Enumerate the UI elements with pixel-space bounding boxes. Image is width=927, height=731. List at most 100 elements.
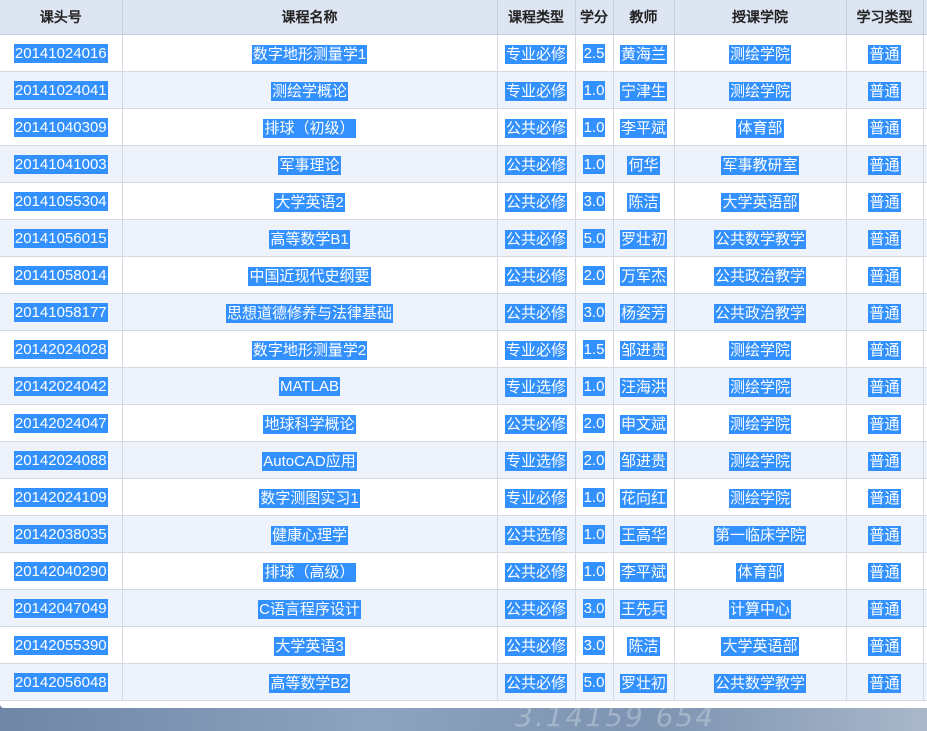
course-name-text: MATLAB: [279, 376, 340, 396]
course-type-cell: 公共必修: [497, 145, 576, 183]
teacher-cell: 花向红: [613, 478, 675, 516]
course-code-text: 20141055304: [13, 191, 108, 211]
table-row[interactable]: 20141058014 中国近现代史纲要 公共必修 2.0 万军杰 公共政治教学 普通: [0, 256, 927, 294]
table-row[interactable]: 20141024041 测绘学概论 专业必修 1.0 宁津生 测绘学院 普通: [0, 71, 927, 109]
teacher-text: 王先兵: [619, 599, 667, 619]
study-type-text: 普通: [868, 599, 901, 619]
course-name-text: 中国近现代史纲要: [248, 266, 371, 286]
credits-text: 2.5: [582, 43, 606, 63]
table-row[interactable]: 20141040309 排球（初级） 公共必修 1.0 李平斌 体育部 普通: [0, 108, 927, 146]
study-type-cell: 普通: [846, 589, 924, 627]
study-type-text: 普通: [868, 377, 901, 397]
course-code-text: 20142024047: [13, 413, 108, 433]
column-header-course-type[interactable]: 课程类型: [497, 0, 576, 35]
teacher-text: 陈洁: [627, 192, 660, 212]
study-type-cell: 普通: [846, 145, 924, 183]
table-row[interactable]: 20142040290 排球（高级） 公共必修 1.0 李平斌 体育部 普通: [0, 552, 927, 590]
study-type-text: 普通: [868, 303, 901, 323]
column-header-credits[interactable]: 学分: [575, 0, 614, 35]
table-row[interactable]: 20142024109 数字测图实习1 专业必修 1.0 花向红 测绘学院 普通: [0, 478, 927, 516]
course-name-text: 思想道德修养与法律基础: [225, 303, 393, 323]
course-type-text: 专业必修: [504, 488, 567, 508]
college-cell: 测绘学院: [674, 330, 847, 368]
table-row[interactable]: 20142047049 C语言程序设计 公共必修 3.0 王先兵 计算中心 普通: [0, 589, 927, 627]
course-name-text: C语言程序设计: [258, 599, 361, 619]
teacher-cell: 陈洁: [613, 626, 675, 664]
study-type-cell: 普通: [846, 367, 924, 405]
table-row[interactable]: 20141041003 军事理论 公共必修 1.0 何华 军事教研室 普通: [0, 145, 927, 183]
row-filler-cell: [923, 71, 927, 109]
table-row[interactable]: 20141055304 大学英语2 公共必修 3.0 陈洁 大学英语部 普通: [0, 182, 927, 220]
credits-text: 3.0: [582, 635, 606, 655]
row-filler-cell: [923, 552, 927, 590]
column-header-college[interactable]: 授课学院: [674, 0, 847, 35]
teacher-cell: 邹进贵: [613, 330, 675, 368]
table-row[interactable]: 20142024028 数字地形测量学2 专业必修 1.5 邹进贵 测绘学院 普通: [0, 330, 927, 368]
course-code-cell: 20141058014: [0, 256, 123, 294]
course-name-text: 高等数学B2: [269, 673, 350, 693]
teacher-cell: 申文斌: [613, 404, 675, 442]
teacher-text: 花向红: [619, 488, 667, 508]
column-header-course-code[interactable]: 课头号: [0, 0, 123, 35]
course-type-cell: 公共必修: [497, 256, 576, 294]
course-name-text: AutoCAD应用: [262, 451, 357, 471]
college-cell: 公共数学教学: [674, 219, 847, 257]
course-code-cell: 20142047049: [0, 589, 123, 627]
college-text: 大学英语部: [721, 192, 799, 212]
table-row[interactable]: 20141024016 数字地形测量学1 专业必修 2.5 黄海兰 测绘学院 普通: [0, 34, 927, 72]
college-cell: 第一临床学院: [674, 515, 847, 553]
course-type-text: 公共必修: [504, 266, 567, 286]
course-type-cell: 公共必修: [497, 404, 576, 442]
table-row[interactable]: 20142056048 高等数学B2 公共必修 5.0 罗壮初 公共数学教学 普通: [0, 663, 927, 701]
credits-text: 3.0: [582, 302, 606, 322]
table-row[interactable]: 20142024042 MATLAB 专业选修 1.0 汪海洪 测绘学院 普通: [0, 367, 927, 405]
teacher-cell: 李平斌: [613, 108, 675, 146]
college-cell: 计算中心: [674, 589, 847, 627]
course-code-text: 20142055390: [13, 635, 108, 655]
course-name-text: 数字地形测量学1: [251, 44, 368, 64]
table-row[interactable]: 20142055390 大学英语3 公共必修 3.0 陈洁 大学英语部 普通: [0, 626, 927, 664]
course-code-cell: 20141056015: [0, 219, 123, 257]
study-type-text: 普通: [868, 673, 901, 693]
credits-cell: 3.0: [575, 589, 614, 627]
study-type-cell: 普通: [846, 71, 924, 109]
credits-cell: 1.0: [575, 367, 614, 405]
college-text: 测绘学院: [728, 451, 791, 471]
credits-cell: 1.5: [575, 330, 614, 368]
credits-cell: 1.0: [575, 108, 614, 146]
course-code-cell: 20142055390: [0, 626, 123, 664]
course-code-cell: 20141024016: [0, 34, 123, 72]
table-row[interactable]: 20141056015 高等数学B1 公共必修 5.0 罗壮初 公共数学教学 普通: [0, 219, 927, 257]
column-header-filler: [923, 0, 927, 35]
table-row[interactable]: 20142038035 健康心理学 公共选修 1.0 王高华 第一临床学院 普通: [0, 515, 927, 553]
course-table-panel: 课头号 课程名称 课程类型 学分 教师 授课学院 学习类型 2014102401…: [0, 0, 927, 708]
course-name-cell: 大学英语3: [122, 626, 498, 664]
college-text: 计算中心: [728, 599, 791, 619]
column-header-teacher[interactable]: 教师: [613, 0, 675, 35]
table-row[interactable]: 20141058177 思想道德修养与法律基础 公共必修 3.0 杨姿芳 公共政治教学 普通: [0, 293, 927, 331]
college-cell: 大学英语部: [674, 182, 847, 220]
college-cell: 测绘学院: [674, 71, 847, 109]
teacher-text: 邹进贵: [619, 340, 667, 360]
course-name-cell: 高等数学B2: [122, 663, 498, 701]
table-row[interactable]: 20142024047 地球科学概论 公共必修 2.0 申文斌 测绘学院 普通: [0, 404, 927, 442]
course-code-cell: 20141040309: [0, 108, 123, 146]
course-name-cell: MATLAB: [122, 367, 498, 405]
column-header-study-type[interactable]: 学习类型: [846, 0, 924, 35]
row-filler-cell: [923, 589, 927, 627]
study-type-text: 普通: [868, 562, 901, 582]
college-text: 军事教研室: [721, 155, 799, 175]
credits-cell: 1.0: [575, 478, 614, 516]
teacher-cell: 王高华: [613, 515, 675, 553]
course-type-text: 公共必修: [504, 599, 567, 619]
column-header-course-name[interactable]: 课程名称: [122, 0, 498, 35]
row-filler-cell: [923, 404, 927, 442]
course-type-cell: 公共必修: [497, 663, 576, 701]
course-name-text: 大学英语3: [274, 636, 345, 656]
course-type-text: 公共必修: [504, 414, 567, 434]
course-code-text: 20142024088: [13, 450, 108, 470]
study-type-cell: 普通: [846, 34, 924, 72]
course-name-cell: 中国近现代史纲要: [122, 256, 498, 294]
course-name-cell: 排球（高级）: [122, 552, 498, 590]
table-row[interactable]: 20142024088 AutoCAD应用 专业选修 2.0 邹进贵 测绘学院 普通: [0, 441, 927, 479]
